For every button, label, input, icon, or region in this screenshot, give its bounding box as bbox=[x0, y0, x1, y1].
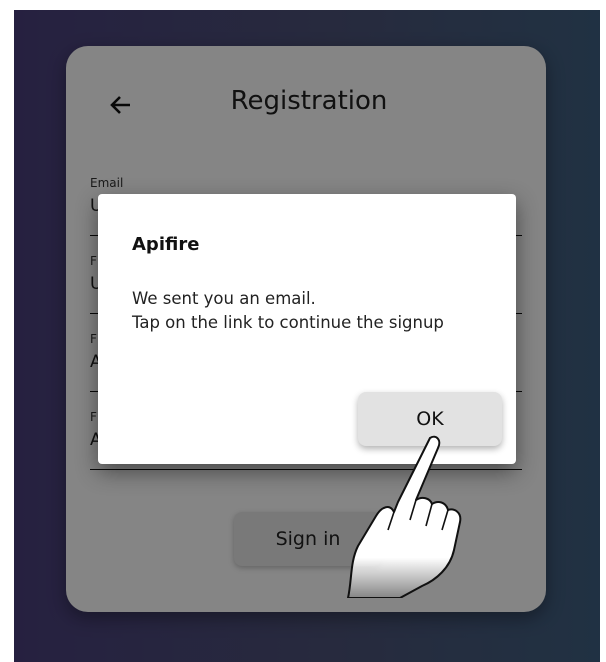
pointing-hand-icon bbox=[347, 435, 462, 598]
app-screen: Registration Email U F U F A F A Sign in… bbox=[14, 10, 600, 662]
dialog-message-line-2: Tap on the link to continue the signup bbox=[132, 313, 444, 332]
dialog-message-line-1: We sent you an email. bbox=[132, 289, 316, 308]
dialog-title: Apifire bbox=[132, 234, 200, 255]
alert-dialog: Apifire We sent you an email. Tap on the… bbox=[98, 194, 516, 464]
dialog-message: We sent you an email. Tap on the link to… bbox=[132, 287, 502, 335]
